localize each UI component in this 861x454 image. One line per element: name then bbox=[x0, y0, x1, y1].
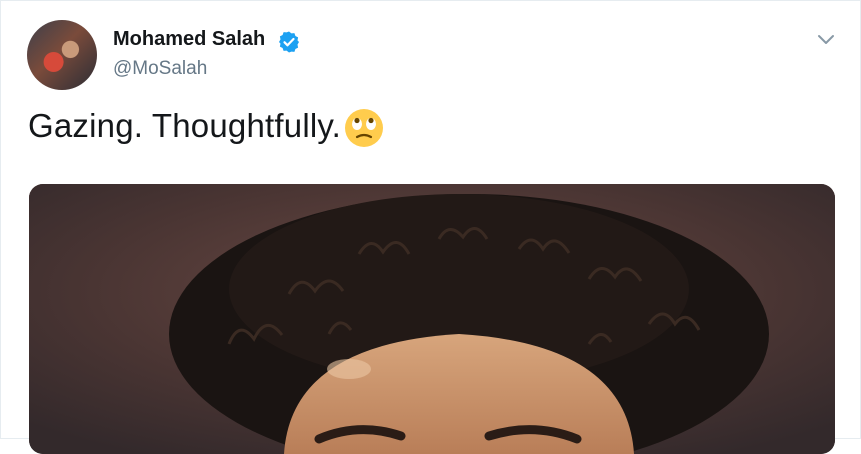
author-name[interactable]: Mohamed Salah bbox=[113, 28, 265, 51]
author-handle[interactable]: @MoSalah bbox=[113, 58, 207, 80]
chevron-down-icon[interactable] bbox=[813, 27, 839, 51]
tweet-photo[interactable] bbox=[29, 184, 835, 454]
tweet-card: Mohamed Salah @MoSalah Gazing. Thoughtfu… bbox=[0, 0, 861, 454]
face-with-rolling-eyes-icon bbox=[345, 109, 383, 147]
verified-badge-icon bbox=[279, 31, 299, 53]
author-avatar[interactable] bbox=[27, 20, 97, 90]
tweet-text: Gazing. Thoughtfully. bbox=[28, 107, 341, 144]
player-portrait-image bbox=[29, 184, 835, 454]
